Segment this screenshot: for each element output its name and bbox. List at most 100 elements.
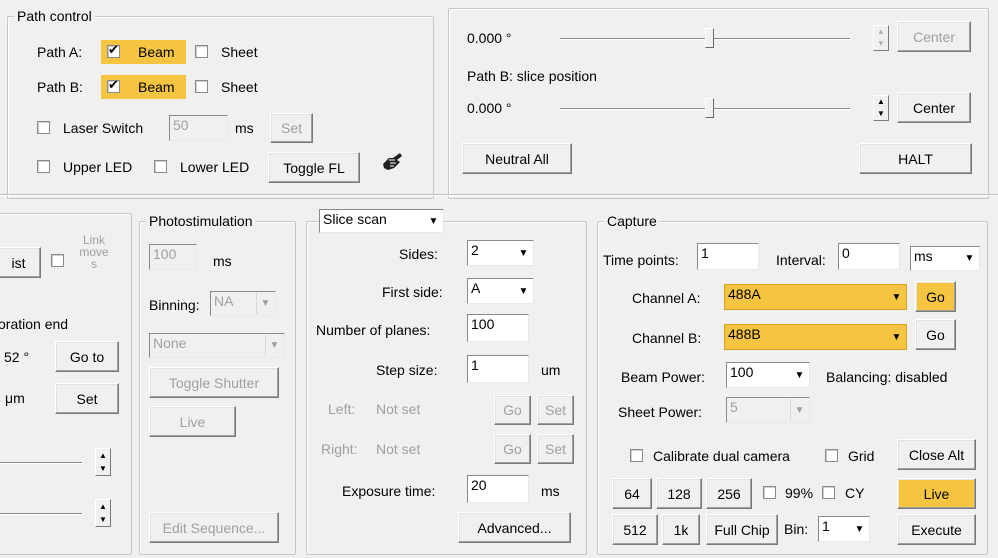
step-size-unit: um <box>541 362 561 378</box>
path-b-spinner[interactable]: ▲ ▼ <box>873 95 889 121</box>
exposure-time-field[interactable]: 20 <box>467 475 529 503</box>
channel-a-go-button[interactable]: Go <box>915 281 956 312</box>
sheet-power-label: Sheet Power: <box>618 404 703 420</box>
roi-512-button[interactable]: 512 <box>612 514 658 545</box>
neutral-all-button[interactable]: Neutral All <box>462 143 572 174</box>
halt-button[interactable]: HALT <box>859 143 972 174</box>
roi-64-button[interactable]: 64 <box>612 478 652 509</box>
scan-group <box>306 221 587 555</box>
oration-value: 52 ° <box>4 349 30 365</box>
first-side-select[interactable]: A ▼ <box>467 278 534 304</box>
cy-checkbox[interactable] <box>822 486 835 499</box>
path-a-slider-thumb[interactable] <box>705 28 714 48</box>
laser-switch-checkbox[interactable] <box>37 121 50 134</box>
hand-pointer-icon[interactable] <box>380 150 404 174</box>
num-planes-field[interactable]: 100 <box>467 314 529 342</box>
path-b-beam-checkbox[interactable] <box>107 77 120 93</box>
beam-power-select[interactable]: 100 ▼ <box>726 362 810 388</box>
chevron-down-icon: ▼ <box>791 364 808 386</box>
first-side-label: First side: <box>382 284 443 300</box>
left-value: Not set <box>376 401 421 417</box>
time-points-label: Time points: <box>603 252 679 268</box>
chevron-down-icon: ▼ <box>790 399 808 421</box>
step-size-field[interactable]: 1 <box>467 355 529 383</box>
right-label: Right: <box>321 441 358 457</box>
path-b-sheet-checkbox[interactable] <box>195 80 208 93</box>
time-points-field[interactable]: 1 <box>697 243 759 270</box>
photostim-pattern-select[interactable]: None ▼ <box>149 333 285 358</box>
channel-b-go-button[interactable]: Go <box>915 319 956 350</box>
upper-led-label: Upper LED <box>63 159 133 175</box>
go-to-button[interactable]: Go to <box>55 341 119 372</box>
scan-mode-select[interactable]: Slice scan ▼ <box>319 209 444 233</box>
path-a-spinner[interactable]: ▲ ▼ <box>873 25 889 51</box>
sides-label: Sides: <box>399 246 438 262</box>
bin-label: Bin: <box>784 521 809 537</box>
path-b-center-button[interactable]: Center <box>897 92 971 123</box>
sides-select[interactable]: 2 ▼ <box>467 240 534 266</box>
chevron-down-icon: ▼ <box>265 335 283 356</box>
calibrate-dual-camera-label: Calibrate dual camera <box>653 448 790 464</box>
upper-led-checkbox[interactable] <box>37 160 50 173</box>
um-label: μm <box>5 390 25 406</box>
pct-99-label: 99% <box>785 485 814 501</box>
lower-led-checkbox[interactable] <box>154 160 167 173</box>
chevron-down-icon: ▼ <box>256 293 274 314</box>
left-go-button[interactable]: Go <box>494 395 531 425</box>
chevron-down-icon: ▼ <box>515 242 532 264</box>
interval-unit-select[interactable]: ms ▼ <box>910 246 980 271</box>
interval-field[interactable]: 0 <box>838 243 900 270</box>
path-a-position-value: 0.000 ° <box>467 30 512 46</box>
laser-switch-set-button[interactable]: Set <box>270 113 313 143</box>
chevron-down-icon: ▼ <box>888 326 905 348</box>
partial-left-button[interactable]: ist <box>0 247 41 278</box>
roi-256-button[interactable]: 256 <box>706 478 752 509</box>
grid-checkbox[interactable] <box>825 449 838 462</box>
photostimulation-title: Photostimulation <box>146 213 256 229</box>
left-slider-1-track <box>0 462 82 464</box>
edit-sequence-button[interactable]: Edit Sequence... <box>149 512 279 543</box>
path-a-sheet-checkbox[interactable] <box>195 45 208 58</box>
chevron-down-icon: ▼ <box>425 211 442 231</box>
channel-a-select[interactable]: 488A ▼ <box>724 284 907 310</box>
toggle-fl-button[interactable]: Toggle FL <box>268 152 360 183</box>
left-set-button-scan[interactable]: Set <box>537 395 574 425</box>
path-a-center-button[interactable]: Center <box>897 21 971 52</box>
full-chip-button[interactable]: Full Chip <box>706 514 778 545</box>
path-b-label: Path B: <box>37 79 83 95</box>
toggle-shutter-button[interactable]: Toggle Shutter <box>149 367 279 398</box>
oration-end-label: oration end <box>0 316 69 332</box>
roi-128-button[interactable]: 128 <box>656 478 702 509</box>
capture-live-button[interactable]: Live <box>897 478 976 509</box>
execute-button[interactable]: Execute <box>897 514 976 545</box>
photostim-live-button[interactable]: Live <box>149 406 236 437</box>
right-go-button[interactable]: Go <box>494 434 531 464</box>
left-spinner-1[interactable]: ▲ ▼ <box>95 448 111 476</box>
pct-99-checkbox[interactable] <box>763 486 776 499</box>
exposure-time-unit: ms <box>541 483 560 499</box>
right-set-button[interactable]: Set <box>537 434 574 464</box>
chevron-down-icon: ▼ <box>851 518 868 540</box>
sheet-power-select[interactable]: 5 ▼ <box>726 397 810 423</box>
path-a-beam-label: Beam <box>138 44 175 60</box>
channel-b-select[interactable]: 488B ▼ <box>724 324 907 350</box>
left-spinner-2[interactable]: ▲ ▼ <box>95 499 111 527</box>
path-a-beam-checkbox[interactable] <box>107 42 120 58</box>
capture-title: Capture <box>604 213 660 229</box>
path-a-label: Path A: <box>37 44 83 60</box>
calibrate-dual-camera-checkbox[interactable] <box>630 449 643 462</box>
advanced-button[interactable]: Advanced... <box>458 512 571 543</box>
path-b-slider-thumb[interactable] <box>705 98 714 118</box>
bin-select[interactable]: 1 ▼ <box>818 516 870 542</box>
right-value: Not set <box>376 441 421 457</box>
path-b-position-title: Path B: slice position <box>467 68 597 84</box>
laser-switch-ms-field[interactable]: 50 <box>169 115 228 141</box>
left-set-button[interactable]: Set <box>55 383 119 414</box>
binning-select[interactable]: NA ▼ <box>210 291 276 316</box>
grid-label: Grid <box>848 448 875 464</box>
link-moves-checkbox[interactable] <box>51 254 64 267</box>
interval-label: Interval: <box>776 252 826 268</box>
roi-1k-button[interactable]: 1k <box>662 514 700 545</box>
close-alt-button[interactable]: Close Alt <box>897 439 976 470</box>
photostim-ms-field[interactable]: 100 <box>149 244 197 270</box>
